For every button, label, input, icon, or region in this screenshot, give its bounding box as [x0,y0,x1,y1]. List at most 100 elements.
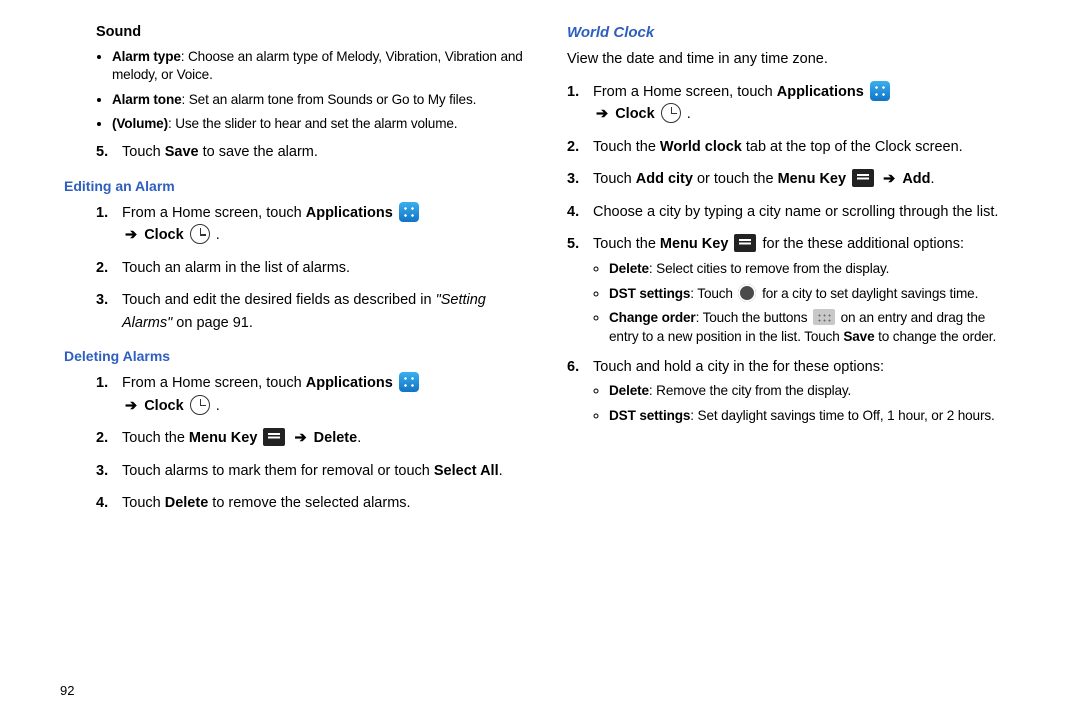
text: Touch the [122,430,189,446]
menu-key-icon [852,169,874,187]
clock-icon [661,103,681,123]
label: Delete [609,261,649,276]
text: From a Home screen, touch [593,84,777,100]
text: to remove the selected alarms. [208,495,410,511]
del-step-4: Touch Delete to remove the selected alar… [96,492,533,514]
clock-label: Clock [144,227,184,243]
add-city-label: Add city [636,171,693,187]
clock-icon [190,395,210,415]
text: : Set daylight savings time to Off, 1 ho… [690,408,994,423]
arrow-icon: ➔ [596,106,608,122]
bullet-dst: DST settings: Touch for a city to set da… [609,284,1004,303]
text: : Remove the city from the display. [649,383,851,398]
arrow-icon: ➔ [125,398,137,414]
wc-step-1: From a Home screen, touch Applications ➔… [567,81,1004,126]
label: Alarm type [112,49,181,64]
add-label: Add [902,171,930,187]
sound-steps-continued: Touch Save to save the alarm. [96,141,533,163]
edit-step-3: Touch and edit the desired fields as des… [96,289,533,334]
page-number: 92 [60,683,74,698]
period: . [216,227,220,243]
bullet-delete: Delete: Select cities to remove from the… [609,260,1004,278]
label: Delete [609,383,649,398]
bullet-change-order: Change order: Touch the buttons on an en… [609,309,1004,346]
menu-key-icon [263,428,285,446]
label: DST settings [609,408,690,423]
clock-icon [190,224,210,244]
applications-icon [399,372,419,392]
period: . [216,398,220,414]
text: From a Home screen, touch [122,205,306,221]
select-all-label: Select All [434,463,499,479]
bullet-delete2: Delete: Remove the city from the display… [609,382,1004,400]
bullet-alarm-tone: Alarm tone: Set an alarm tone from Sound… [112,91,533,109]
text: Choose a city by typing a city name or s… [593,204,998,220]
clock-label: Clock [615,106,655,122]
bullet-dst2: DST settings: Set daylight savings time … [609,407,1004,425]
text: for a city to set daylight savings time. [758,286,978,301]
edit-step-1: From a Home screen, touch Applications ➔… [96,202,533,247]
text: : Select cities to remove from the displ… [649,261,889,276]
delete-label: Delete [314,430,358,446]
label: (Volume) [112,116,168,131]
wc-step-4: Choose a city by typing a city name or s… [567,201,1004,223]
text: : Touch the buttons [696,310,811,325]
period: . [499,463,503,479]
text: : Set an alarm tone from Sounds or Go to… [182,92,477,107]
arrow-icon: ➔ [125,227,137,243]
manual-page: Sound Alarm type: Choose an alarm type o… [0,0,1080,720]
left-column: Sound Alarm type: Choose an alarm type o… [36,24,543,704]
world-clock-steps: From a Home screen, touch Applications ➔… [567,81,1004,425]
period: . [687,106,691,122]
drag-handle-icon [813,309,835,325]
apps-label: Applications [306,375,393,391]
sound-bullet-list: Alarm type: Choose an alarm type of Melo… [96,48,533,133]
text: Touch [593,171,636,187]
label: DST settings [609,286,690,301]
del-step-3: Touch alarms to mark them for removal or… [96,460,533,482]
applications-icon [870,81,890,101]
dst-icon [738,284,756,302]
text: : Use the slider to hear and set the ala… [168,116,457,131]
bullet-alarm-type: Alarm type: Choose an alarm type of Melo… [112,48,533,85]
wc-step-6: Touch and hold a city in the for these o… [567,356,1004,425]
clock-label: Clock [144,398,184,414]
del-step-2: Touch the Menu Key ➔ Delete. [96,427,533,449]
text: Touch an alarm in the list of alarms. [122,260,350,276]
arrow-icon: ➔ [883,171,895,187]
apps-label: Applications [306,205,393,221]
text: for the these additional options: [762,236,964,252]
menu-key-label: Menu Key [189,430,258,446]
delete-label: Delete [165,495,209,511]
wc-step6-bullets: Delete: Remove the city from the display… [593,382,1004,425]
step-5: Touch Save to save the alarm. [96,141,533,163]
world-clock-heading: World Clock [567,24,1004,41]
apps-label: Applications [777,84,864,100]
wc-step5-bullets: Delete: Select cities to remove from the… [593,260,1004,346]
wc-step-2: Touch the World clock tab at the top of … [567,136,1004,158]
text: Touch and edit the desired fields as des… [122,292,436,308]
edit-step-2: Touch an alarm in the list of alarms. [96,257,533,279]
world-clock-intro: View the date and time in any time zone. [567,49,1004,71]
editing-alarm-heading: Editing an Alarm [64,178,533,194]
text: Touch and hold a city in the for these o… [593,359,884,375]
period: . [931,171,935,187]
editing-steps: From a Home screen, touch Applications ➔… [96,202,533,334]
bullet-volume: (Volume): Use the slider to hear and set… [112,115,533,133]
world-clock-label: World clock [660,139,742,155]
period: . [357,430,361,446]
deleting-steps: From a Home screen, touch Applications ➔… [96,372,533,514]
text: : Touch [690,286,736,301]
text: Touch the [593,236,660,252]
right-column: World Clock View the date and time in an… [567,24,1044,704]
deleting-alarms-heading: Deleting Alarms [64,348,533,364]
label: Alarm tone [112,92,182,107]
save-label: Save [165,144,199,160]
sound-heading: Sound [96,24,533,40]
applications-icon [399,202,419,222]
text: to change the order. [875,329,997,344]
text: or touch the [693,171,778,187]
menu-key-icon [734,234,756,252]
text: Touch the [593,139,660,155]
menu-key-label: Menu Key [778,171,847,187]
